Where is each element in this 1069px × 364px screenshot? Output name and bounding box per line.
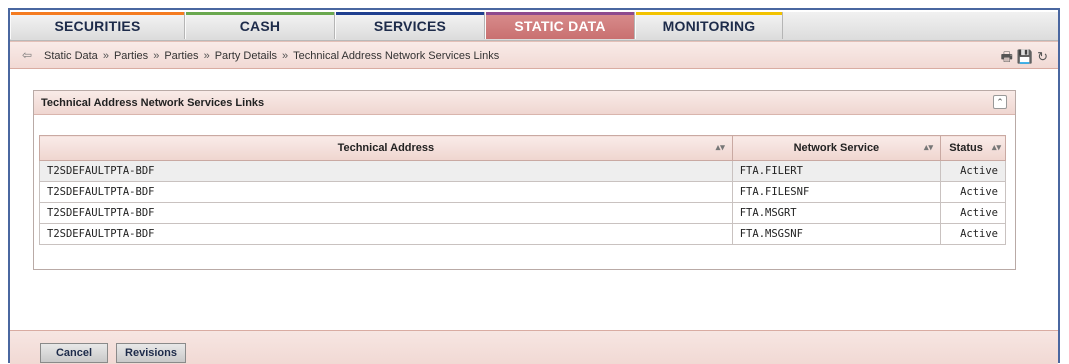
tab-cash[interactable]: CASH [185,12,335,39]
column-header-status[interactable]: Status ▴▾ [940,135,1006,161]
back-arrow-icon[interactable]: ⇦ [22,48,32,62]
page-tools: 🖶 💾 ↻ [997,48,1048,70]
column-header-network-service[interactable]: Network Service ▴▾ [731,135,942,161]
collapse-icon[interactable]: ⌃ [993,95,1007,109]
breadcrumb-separator: » [153,50,160,62]
tab-securities[interactable]: SECURITIES [10,12,185,39]
tab-securities-accent [11,12,184,15]
column-header-technical-address[interactable]: Technical Address ▴▾ [39,135,733,161]
tab-static-data-accent [486,12,634,15]
tab-monitoring-accent [636,12,782,15]
tab-services-accent [336,12,484,15]
tab-cash-label: CASH [239,18,281,34]
breadcrumb-item-parties[interactable]: Parties [164,50,198,62]
cancel-button[interactable]: Cancel [40,343,108,363]
cell-network-service: FTA.MSGRT [731,202,942,224]
table-row[interactable]: T2SDEFAULTPTA-BDF FTA.MSGRT Active [39,202,1006,224]
table-row[interactable]: T2SDEFAULTPTA-BDF FTA.FILERT Active [39,160,1006,182]
cell-technical-address: T2SDEFAULTPTA-BDF [39,181,733,203]
cell-technical-address: T2SDEFAULTPTA-BDF [39,223,733,245]
sort-icon[interactable]: ▴▾ [716,142,725,153]
tab-monitoring-label: MONITORING [662,18,756,34]
column-header-label: Status [949,142,983,154]
cell-network-service: FTA.FILESNF [731,181,942,203]
links-panel: Technical Address Network Services Links… [33,90,1016,270]
breadcrumb: ⇦ Static Data » Parties » Parties » Party Deta… [10,41,1058,69]
cell-network-service: FTA.MSGSNF [731,223,942,245]
action-bar: Cancel Revisions [10,330,1058,364]
breadcrumb-separator: » [203,50,210,62]
cell-status: Active [940,223,1006,245]
column-header-label: Network Service [793,142,880,154]
cell-technical-address: T2SDEFAULTPTA-BDF [39,202,733,224]
sort-icon[interactable]: ▴▾ [924,142,933,153]
print-icon[interactable]: 🖶 [1001,49,1013,64]
breadcrumb-trail: Static Data » Parties » Parties » Party Detail… [44,50,499,62]
refresh-icon[interactable]: ↻ [1037,49,1048,64]
table-header-row: Technical Address ▴▾ Network Service ▴▾ … [39,135,1006,161]
tab-services[interactable]: SERVICES [335,12,485,39]
cell-technical-address: T2SDEFAULTPTA-BDF [39,160,733,182]
table-row[interactable]: T2SDEFAULTPTA-BDF FTA.MSGSNF Active [39,223,1006,245]
breadcrumb-separator: » [282,50,289,62]
tab-static-data-label: STATIC DATA [514,18,606,34]
tab-services-label: SERVICES [373,18,447,34]
breadcrumb-item-current: Technical Address Network Services Links [293,50,500,62]
cell-status: Active [940,181,1006,203]
cell-network-service: FTA.FILERT [731,160,942,182]
cell-status: Active [940,202,1006,224]
column-header-label: Technical Address [337,142,435,154]
save-icon[interactable]: 💾 [1017,49,1033,64]
breadcrumb-separator: » [102,50,109,62]
main-navigation: SECURITIES CASH SERVICES STATIC DATA MON… [10,12,1058,41]
tab-securities-label: SECURITIES [54,18,141,34]
cell-status: Active [940,160,1006,182]
breadcrumb-item-static-data[interactable]: Static Data [44,50,98,62]
breadcrumb-item-party-details[interactable]: Party Details [215,50,277,62]
sort-icon[interactable]: ▴▾ [992,142,1001,153]
panel-title: Technical Address Network Services Links [41,97,265,109]
table-row[interactable]: T2SDEFAULTPTA-BDF FTA.FILESNF Active [39,181,1006,203]
panel-header: Technical Address Network Services Links… [34,91,1015,115]
tab-monitoring[interactable]: MONITORING [635,12,783,39]
breadcrumb-item-parties[interactable]: Parties [114,50,148,62]
tab-static-data[interactable]: STATIC DATA [485,12,635,39]
links-table: Technical Address ▴▾ Network Service ▴▾ … [39,135,1006,245]
revisions-button[interactable]: Revisions [116,343,186,363]
tab-cash-accent [186,12,334,15]
